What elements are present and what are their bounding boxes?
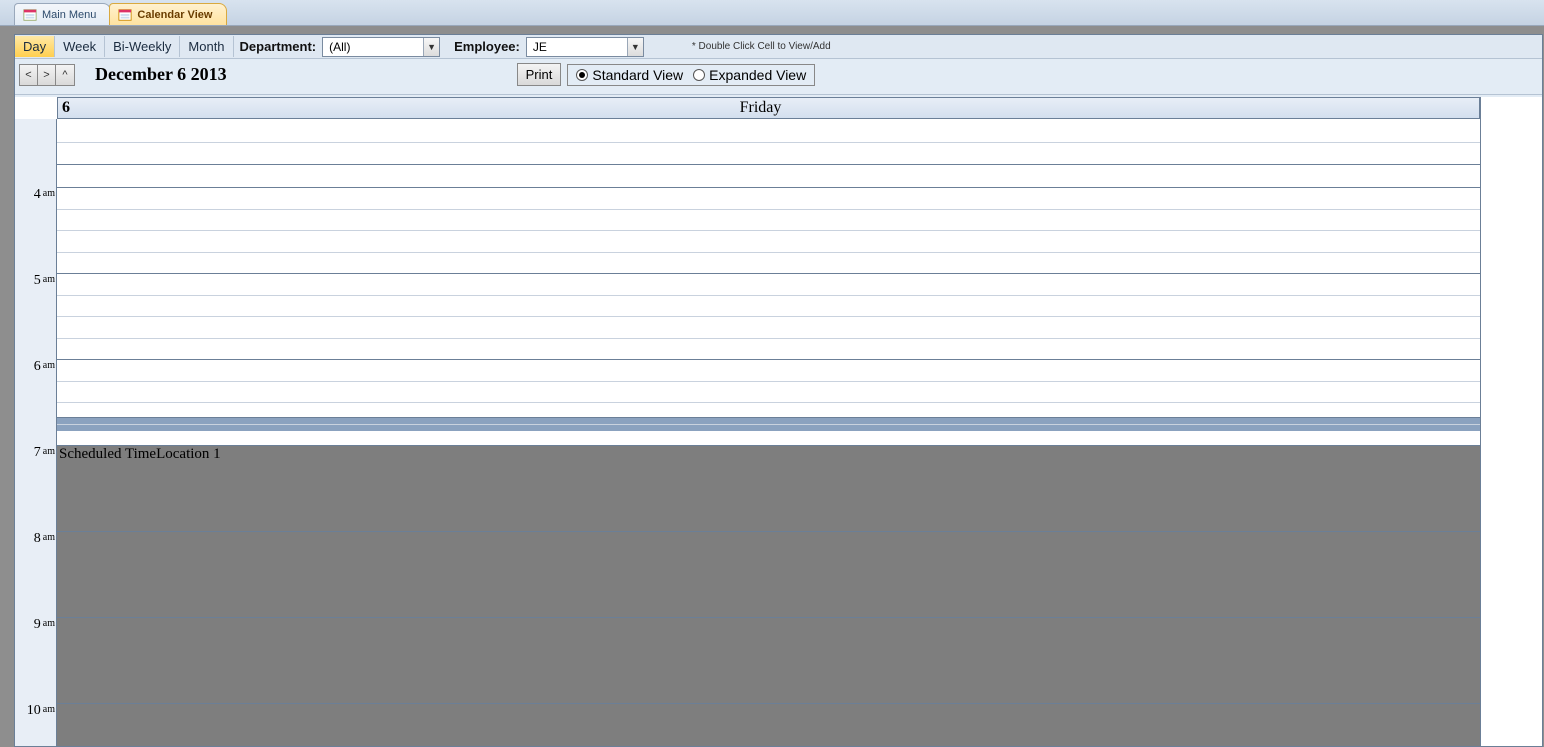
chevron-down-icon[interactable]: ▼ — [627, 38, 643, 56]
view-week[interactable]: Week — [55, 36, 105, 57]
employee-combo[interactable]: JE ▼ — [526, 37, 644, 57]
nav-row: < > ^ December 6 2013 Print Standard Vie… — [15, 59, 1542, 95]
event-text: Scheduled TimeLocation 1 — [59, 446, 221, 462]
view-biweekly[interactable]: Bi-Weekly — [105, 36, 180, 57]
grid-subline — [57, 142, 1480, 143]
nav-button-group: < > ^ — [19, 64, 75, 86]
department-label: Department: — [234, 39, 323, 54]
grid-subline — [57, 338, 1480, 339]
hour-label: 9am — [15, 616, 57, 633]
print-button[interactable]: Print — [517, 63, 562, 86]
tab-main-menu[interactable]: Main Menu — [14, 3, 111, 25]
next-button[interactable]: > — [38, 65, 56, 85]
hour-label: 6am — [15, 358, 57, 375]
hour-label: 10am — [15, 702, 57, 719]
hour-line — [57, 187, 1480, 188]
content-area: Day Week Bi-Weekly Month Department: (Al… — [0, 26, 1544, 747]
up-button[interactable]: ^ — [56, 65, 74, 85]
hour-label: 8am — [15, 530, 57, 547]
grid-subline — [57, 230, 1480, 231]
employee-value: JE — [527, 38, 627, 56]
scheduled-event[interactable]: Scheduled TimeLocation 1 — [57, 445, 1480, 746]
view-radio-group: Standard View Expanded View — [567, 64, 815, 86]
form-icon — [23, 8, 37, 22]
right-blank-panel — [1480, 97, 1542, 746]
tab-calendar-view[interactable]: Calendar View — [109, 3, 227, 25]
hour-label: 7am — [15, 444, 57, 461]
hint-text: * Double Click Cell to View/Add — [652, 41, 831, 52]
form-icon — [118, 8, 132, 22]
options-bar: Day Week Bi-Weekly Month Department: (Al… — [15, 35, 1542, 59]
department-combo[interactable]: (All) ▼ — [322, 37, 440, 57]
grid-subline — [57, 209, 1480, 210]
calendar-grid[interactable]: 6 Friday Scheduled TimeLocation 1 4am 5am… — [15, 97, 1480, 746]
employee-label: Employee: — [448, 39, 526, 54]
hour-line — [57, 273, 1480, 274]
department-value: (All) — [323, 38, 423, 56]
hour-line — [57, 703, 1480, 704]
view-month[interactable]: Month — [180, 36, 233, 57]
standard-view-radio[interactable]: Standard View — [576, 67, 683, 83]
app-root: Main Menu Calendar View ▲ ▼ Day Week Bi-… — [0, 0, 1544, 747]
hour-label: 4am — [15, 186, 57, 203]
document-tab-bar: Main Menu Calendar View — [0, 0, 1544, 26]
grid-subline — [57, 316, 1480, 317]
day-number: 6 — [62, 99, 82, 117]
hour-line — [57, 359, 1480, 360]
hour-line — [57, 531, 1480, 532]
grid-subline — [57, 402, 1480, 403]
prev-button[interactable]: < — [20, 65, 38, 85]
hour-line — [57, 445, 1480, 446]
radio-label: Standard View — [592, 67, 683, 83]
radio-unselected-icon — [693, 69, 705, 81]
radio-selected-icon — [576, 69, 588, 81]
date-title: December 6 2013 — [75, 64, 227, 85]
tab-label: Main Menu — [42, 9, 96, 21]
hour-line — [57, 617, 1480, 618]
tab-label: Calendar View — [137, 9, 212, 21]
hour-label: 5am — [15, 272, 57, 289]
grid-subline — [57, 381, 1480, 382]
calendar-panel: Day Week Bi-Weekly Month Department: (Al… — [14, 34, 1543, 747]
weekday-name: Friday — [82, 99, 1479, 117]
grid-subline — [57, 252, 1480, 253]
chevron-down-icon[interactable]: ▼ — [423, 38, 439, 56]
allday-band[interactable] — [57, 119, 1480, 165]
view-day[interactable]: Day — [15, 36, 55, 57]
time-gutter — [15, 119, 57, 746]
day-header[interactable]: 6 Friday — [57, 97, 1480, 119]
grid-subline — [57, 295, 1480, 296]
expanded-view-radio[interactable]: Expanded View — [693, 67, 806, 83]
radio-label: Expanded View — [709, 67, 806, 83]
grid-subline — [57, 424, 1480, 425]
